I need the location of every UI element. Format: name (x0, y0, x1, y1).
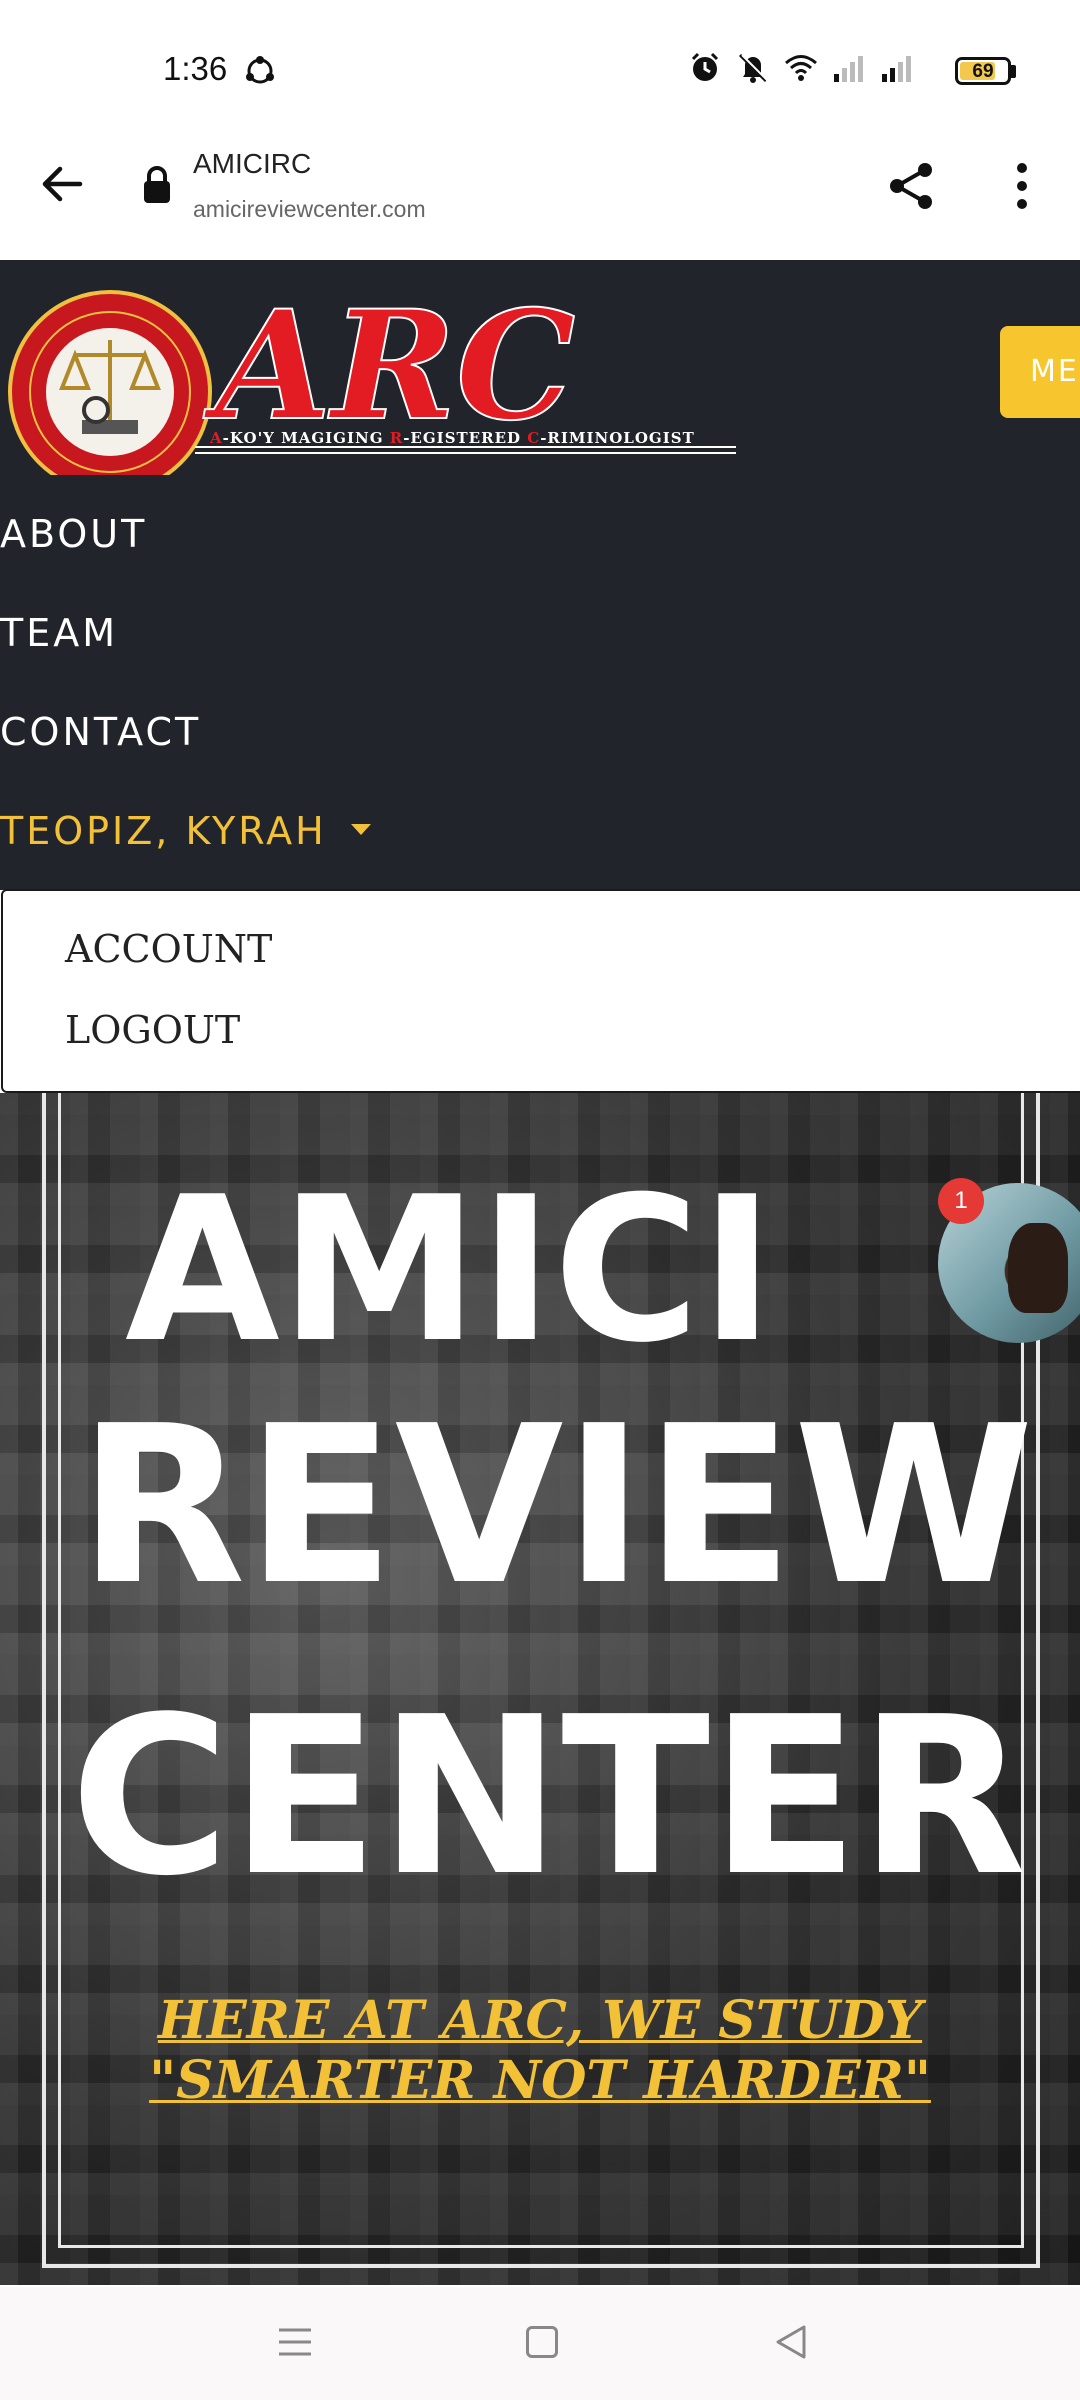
home-square-icon[interactable] (526, 2326, 558, 2358)
alarm-icon (691, 52, 719, 81)
nav-item-team[interactable]: TEAM (0, 611, 118, 655)
site-url[interactable]: amicireviewcenter.com (193, 196, 426, 223)
dropdown-item-account[interactable]: ACCOUNT (65, 927, 272, 971)
back-arrow-icon[interactable] (36, 158, 88, 210)
tagline-line-2: "SMARTER NOT HARDER" (149, 2050, 931, 2112)
more-options-icon[interactable] (1003, 160, 1041, 212)
recents-menu-icon[interactable] (277, 2325, 313, 2359)
mute-icon (738, 53, 769, 83)
avatar-photo (1008, 1223, 1068, 1313)
battery-tip (1011, 65, 1016, 78)
arc-logo[interactable]: ARC A-KO'Y MAGIGING R-EGISTERED C-RIMINO… (0, 270, 740, 475)
nav-item-contact[interactable]: CONTACT (0, 710, 201, 754)
user-dropdown-menu: ACCOUNT LOGOUT (1, 889, 1080, 1093)
logo-subtitle: A-KO'Y MAGIGING R-EGISTERED C-RIMINOLOGI… (209, 429, 695, 447)
user-name: TEOPIZ, KYRAH (0, 809, 327, 853)
notification-badge: 1 (938, 1178, 984, 1224)
status-bar: 1:36 69 (0, 0, 1080, 140)
share-icon[interactable] (885, 160, 937, 212)
nav-item-about[interactable]: ABOUT (0, 512, 147, 556)
hero-title-line-1: AMICI (125, 1154, 775, 1387)
user-menu-toggle[interactable]: TEOPIZ, KYRAH (0, 809, 371, 853)
menu-button[interactable]: ME (1000, 326, 1080, 418)
site-title[interactable]: AMICIRC (193, 148, 311, 180)
status-time: 1:36 (163, 50, 228, 87)
hero-section: AMICI REVIEW CENTER HERE AT ARC, WE STUD… (0, 1093, 1080, 2285)
battery-icon: 69 (955, 57, 1011, 85)
hero-tagline: HERE AT ARC, WE STUDY "SMARTER NOT HARDE… (0, 1990, 1080, 2112)
lock-icon[interactable] (140, 165, 174, 205)
wifi-icon (785, 55, 817, 81)
logo-text: ARC (203, 278, 575, 454)
sync-icon (246, 56, 274, 84)
caret-down-icon (350, 824, 371, 835)
signal-icon (882, 56, 911, 82)
battery-percent: 69 (972, 61, 994, 82)
hero-title-line-3: CENTER (70, 1671, 1027, 1924)
dropdown-item-logout[interactable]: LOGOUT (65, 1008, 240, 1052)
tagline-line-1: HERE AT ARC, WE STUDY (157, 1990, 923, 2051)
hero-title-line-2: REVIEW (78, 1380, 1034, 1633)
signal-icon (834, 56, 863, 82)
back-triangle-icon[interactable] (774, 2324, 808, 2360)
